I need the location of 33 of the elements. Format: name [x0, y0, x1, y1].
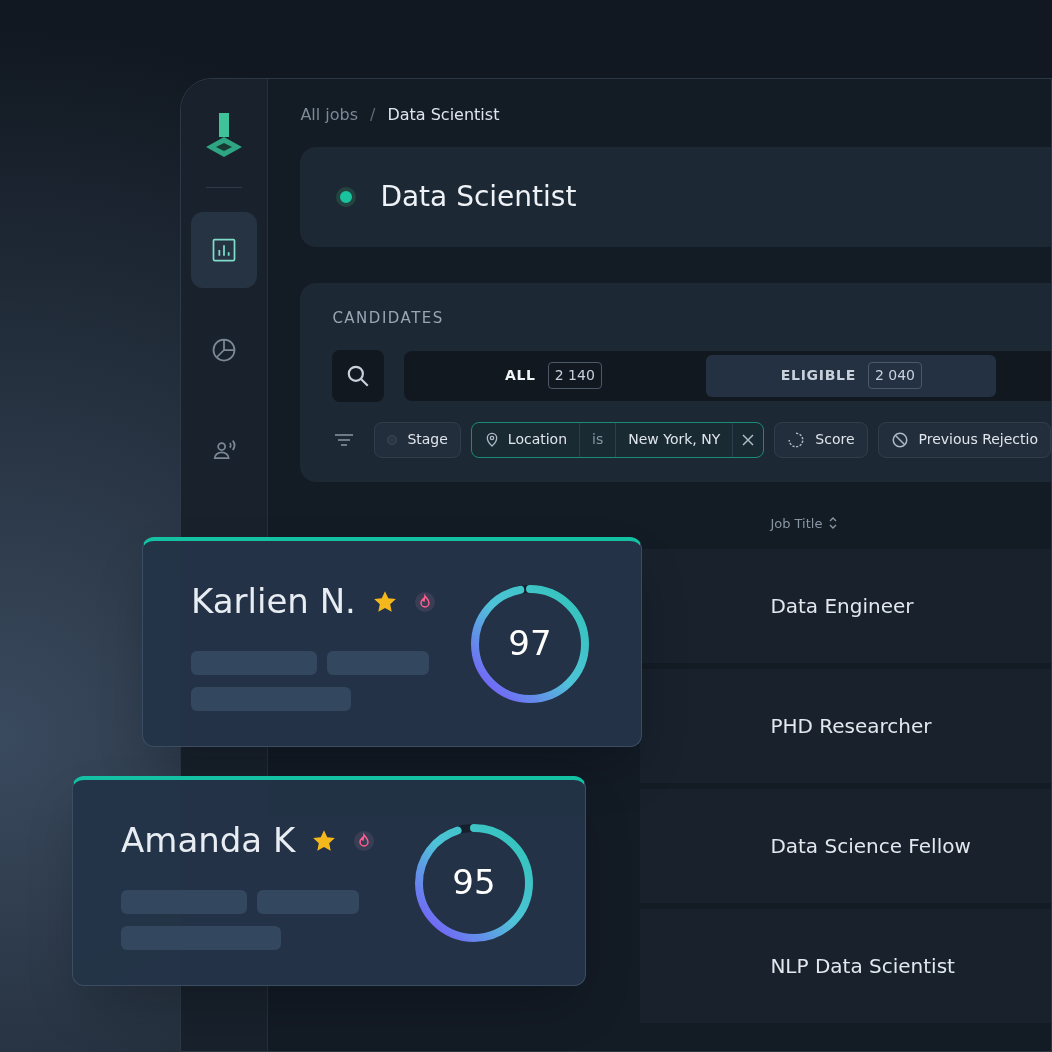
breadcrumb-separator: / [370, 104, 376, 126]
table-cell-text: Data Engineer [770, 593, 914, 620]
table-row[interactable]: PHD Researcher [640, 669, 1051, 783]
table-cell-text: NLP Data Scientist [770, 953, 955, 980]
score-value: 97 [508, 622, 552, 665]
breadcrumb-current: Data Scientist [387, 104, 500, 126]
count-badge: 2 140 [547, 362, 602, 389]
filter-chip[interactable]: Stage [374, 421, 461, 458]
table-cell-text: Data Science Fellow [770, 833, 971, 860]
count-badge: 2 040 [867, 362, 922, 389]
sort-icon [828, 517, 839, 530]
filter-chip[interactable]: Previous Rejectio [877, 421, 1051, 458]
score-value: 95 [452, 861, 496, 904]
breadcrumb-link[interactable]: All jobs [300, 103, 359, 127]
search-button[interactable] [332, 349, 385, 402]
table-row[interactable]: Data Science Fellow [640, 789, 1051, 903]
table-cell-text: PHD Researcher [770, 713, 932, 740]
table-row[interactable]: NLP Data Scientist [640, 909, 1051, 1023]
candidate-name: Karlien N. [191, 580, 356, 623]
section-heading: CANDIDATES [332, 308, 445, 329]
column-header[interactable]: Job Title [770, 513, 839, 533]
filter-field: Location [507, 429, 568, 450]
tab[interactable]: ELIGIBLE 2 040 [706, 354, 997, 397]
block-icon [890, 430, 909, 449]
nav-item[interactable] [191, 212, 258, 288]
filter-chip[interactable]: Score [774, 421, 868, 458]
filter-value: New York, NY [627, 430, 722, 449]
job-title: Data Scientist [380, 179, 577, 215]
filter-operator: is [579, 422, 617, 457]
close-icon [741, 432, 756, 447]
candidate-name: Amanda K [121, 819, 296, 862]
filter-chip[interactable]: Location is New York, NY [470, 421, 765, 458]
table-row[interactable]: Data Engineer [640, 549, 1051, 663]
